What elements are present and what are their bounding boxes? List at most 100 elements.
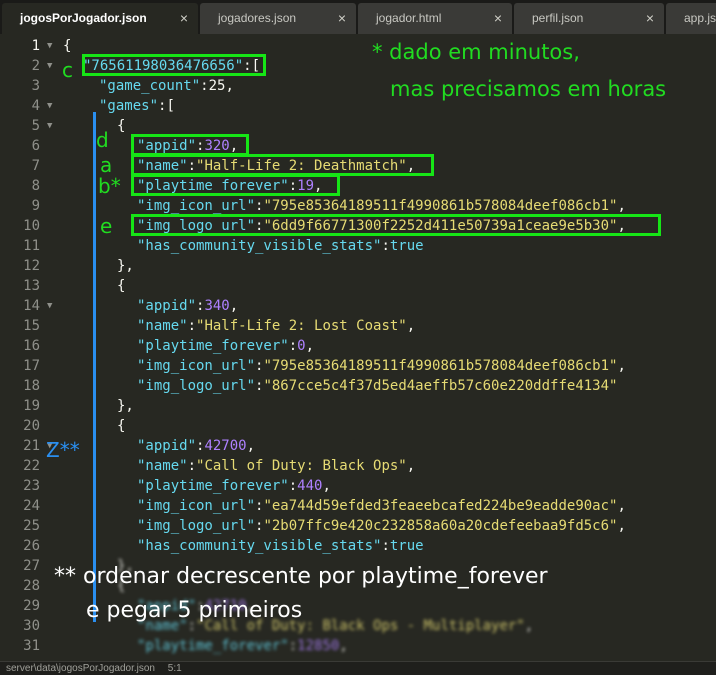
json-key: "img_logo_url" [137, 378, 256, 394]
code-line: "appid":42700, [137, 438, 256, 454]
games-range-line [93, 112, 96, 622]
tab-jogos-por-jogador[interactable]: jogosPorJogador.json × [2, 3, 198, 34]
json-key: "has_community_visible_stats" [137, 238, 382, 254]
line-number: 20 [23, 418, 40, 434]
line-number: 12 [23, 258, 40, 274]
json-string: "Half-Life 2: Lost Coast" [196, 318, 407, 334]
code-line: "img_logo_url":"867cce5c4f37d5ed4aeffb57… [137, 378, 618, 394]
line-number: 2 [31, 58, 40, 74]
line-number: 28 [23, 578, 40, 594]
tab-label: jogador.html [376, 11, 442, 25]
line-number: 13 [23, 278, 40, 294]
annotation-letter-d: d [96, 128, 109, 152]
json-key: "game_count" [99, 78, 201, 94]
close-icon[interactable]: × [494, 3, 502, 34]
annotation-note-title: * dado em minutos, [372, 40, 580, 64]
annotation-letter-b: b* [98, 174, 121, 198]
highlight-name-box [131, 154, 434, 176]
annotation-bottom-line1: ** ordenar decrescente por playtime_fore… [54, 564, 548, 589]
highlight-logo-url-box [131, 214, 661, 236]
code-line: "playtime_forever":12850, [137, 638, 348, 654]
line-number: 1 [31, 38, 40, 54]
code-line: { [117, 116, 125, 136]
line-number: 6 [31, 138, 40, 154]
line-number: 19 [23, 398, 40, 414]
json-string: "795e85364189511f4990861b578084deef086cb… [263, 358, 618, 374]
code-line: "playtime_forever":440, [137, 478, 331, 494]
fold-arrow-icon[interactable]: ▼ [47, 36, 52, 56]
punct: :[ [158, 98, 175, 114]
json-key: "img_icon_url" [137, 198, 256, 214]
code-line: "name":"Half-Life 2: Lost Coast", [137, 318, 416, 334]
code-line: }, [117, 396, 134, 416]
json-key: "has_community_visible_stats" [137, 538, 382, 554]
code-line: "playtime_forever":0, [137, 338, 315, 354]
cursor-position: 5:1 [167, 663, 182, 674]
close-icon[interactable]: × [180, 3, 188, 34]
json-string: "795e85364189511f4990861b578084deef086cb… [263, 198, 618, 214]
punct: :25, [200, 78, 234, 94]
json-key: "img_icon_url" [137, 498, 256, 514]
json-number: 0 [297, 338, 306, 354]
json-key: "appid" [137, 438, 197, 454]
annotation-note-sub: mas precisamos em horas [390, 77, 667, 101]
json-key: "name" [137, 458, 188, 474]
highlight-player-id-box [82, 54, 266, 76]
brace: { [117, 278, 126, 294]
code-line: "img_logo_url":"2b07ffc9e420c232858a60a2… [137, 518, 626, 534]
json-key: "playtime_forever" [137, 338, 289, 354]
tab-jogadores[interactable]: jogadores.json × [200, 3, 356, 34]
json-string: "867cce5c4f37d5ed4aeffb57c60e220ddffe413… [263, 378, 618, 394]
line-number: 23 [23, 478, 40, 494]
json-number: 42700 [204, 438, 247, 454]
line-number: 31 [23, 638, 40, 654]
json-key: "img_logo_url" [137, 518, 256, 534]
json-string: "ea744d59efded3feaeebcafed224be9eadde90a… [263, 498, 618, 514]
annotation-z: Z** [46, 438, 80, 462]
line-number: 9 [31, 198, 40, 214]
json-key: "games" [99, 98, 159, 114]
code-line: "img_icon_url":"795e85364189511f4990861b… [137, 198, 626, 214]
tab-perfil-json[interactable]: perfil.json × [514, 3, 664, 34]
line-number: 5 [31, 118, 40, 134]
close-icon[interactable]: × [338, 3, 346, 34]
code-line: { [117, 416, 125, 436]
line-number: 4 [31, 98, 40, 114]
json-boolean: true [389, 238, 424, 254]
fold-arrow-icon[interactable]: ▼ [47, 116, 52, 136]
json-string: "Call of Duty: Black Ops" [196, 458, 407, 474]
code-line: { [63, 36, 71, 56]
fold-arrow-icon[interactable]: ▼ [47, 296, 52, 316]
code-line: "games":[ [99, 96, 175, 116]
json-key: "appid" [137, 298, 197, 314]
brace: { [117, 418, 126, 434]
tab-label: jogosPorJogador.json [20, 11, 147, 25]
code-line: "name":"Call of Duty: Black Ops", [137, 458, 416, 474]
annotation-letter-e: e [100, 214, 113, 238]
fold-arrow-icon[interactable]: ▼ [47, 96, 52, 116]
tab-label: app.js [684, 11, 716, 25]
line-number: 10 [23, 218, 40, 234]
json-key: "playtime_forever" [137, 478, 289, 494]
line-number: 8 [31, 178, 40, 194]
line-number: 14 [23, 298, 40, 314]
highlight-appid-box [131, 134, 249, 156]
fold-arrow-icon[interactable]: ▼ [47, 56, 52, 76]
tab-jogador-html[interactable]: jogador.html × [358, 3, 512, 34]
tab-app-js[interactable]: app.js [666, 3, 716, 34]
code-line: "img_icon_url":"795e85364189511f4990861b… [137, 358, 626, 374]
line-number: 11 [23, 238, 40, 254]
line-number: 30 [23, 618, 40, 634]
line-number: 24 [23, 498, 40, 514]
code-line: }, [117, 256, 134, 276]
brace: }, [117, 398, 134, 414]
line-number: 17 [23, 358, 40, 374]
json-string: "2b07ffc9e420c232858a60a20cdefeebaa9fd5c… [263, 518, 618, 534]
line-number-gutter: 1 2 3 4 5 6 7 8 9 10 11 12 13 14 15 16 1… [0, 34, 54, 661]
annotation-bottom-line2: e pegar 5 primeiros [86, 598, 303, 623]
annotation-letter-c: c [62, 58, 73, 82]
tab-label: perfil.json [532, 11, 584, 25]
code-line: "appid":340, [137, 298, 239, 314]
code-line: "game_count":25, [99, 76, 234, 96]
close-icon[interactable]: × [646, 3, 654, 34]
